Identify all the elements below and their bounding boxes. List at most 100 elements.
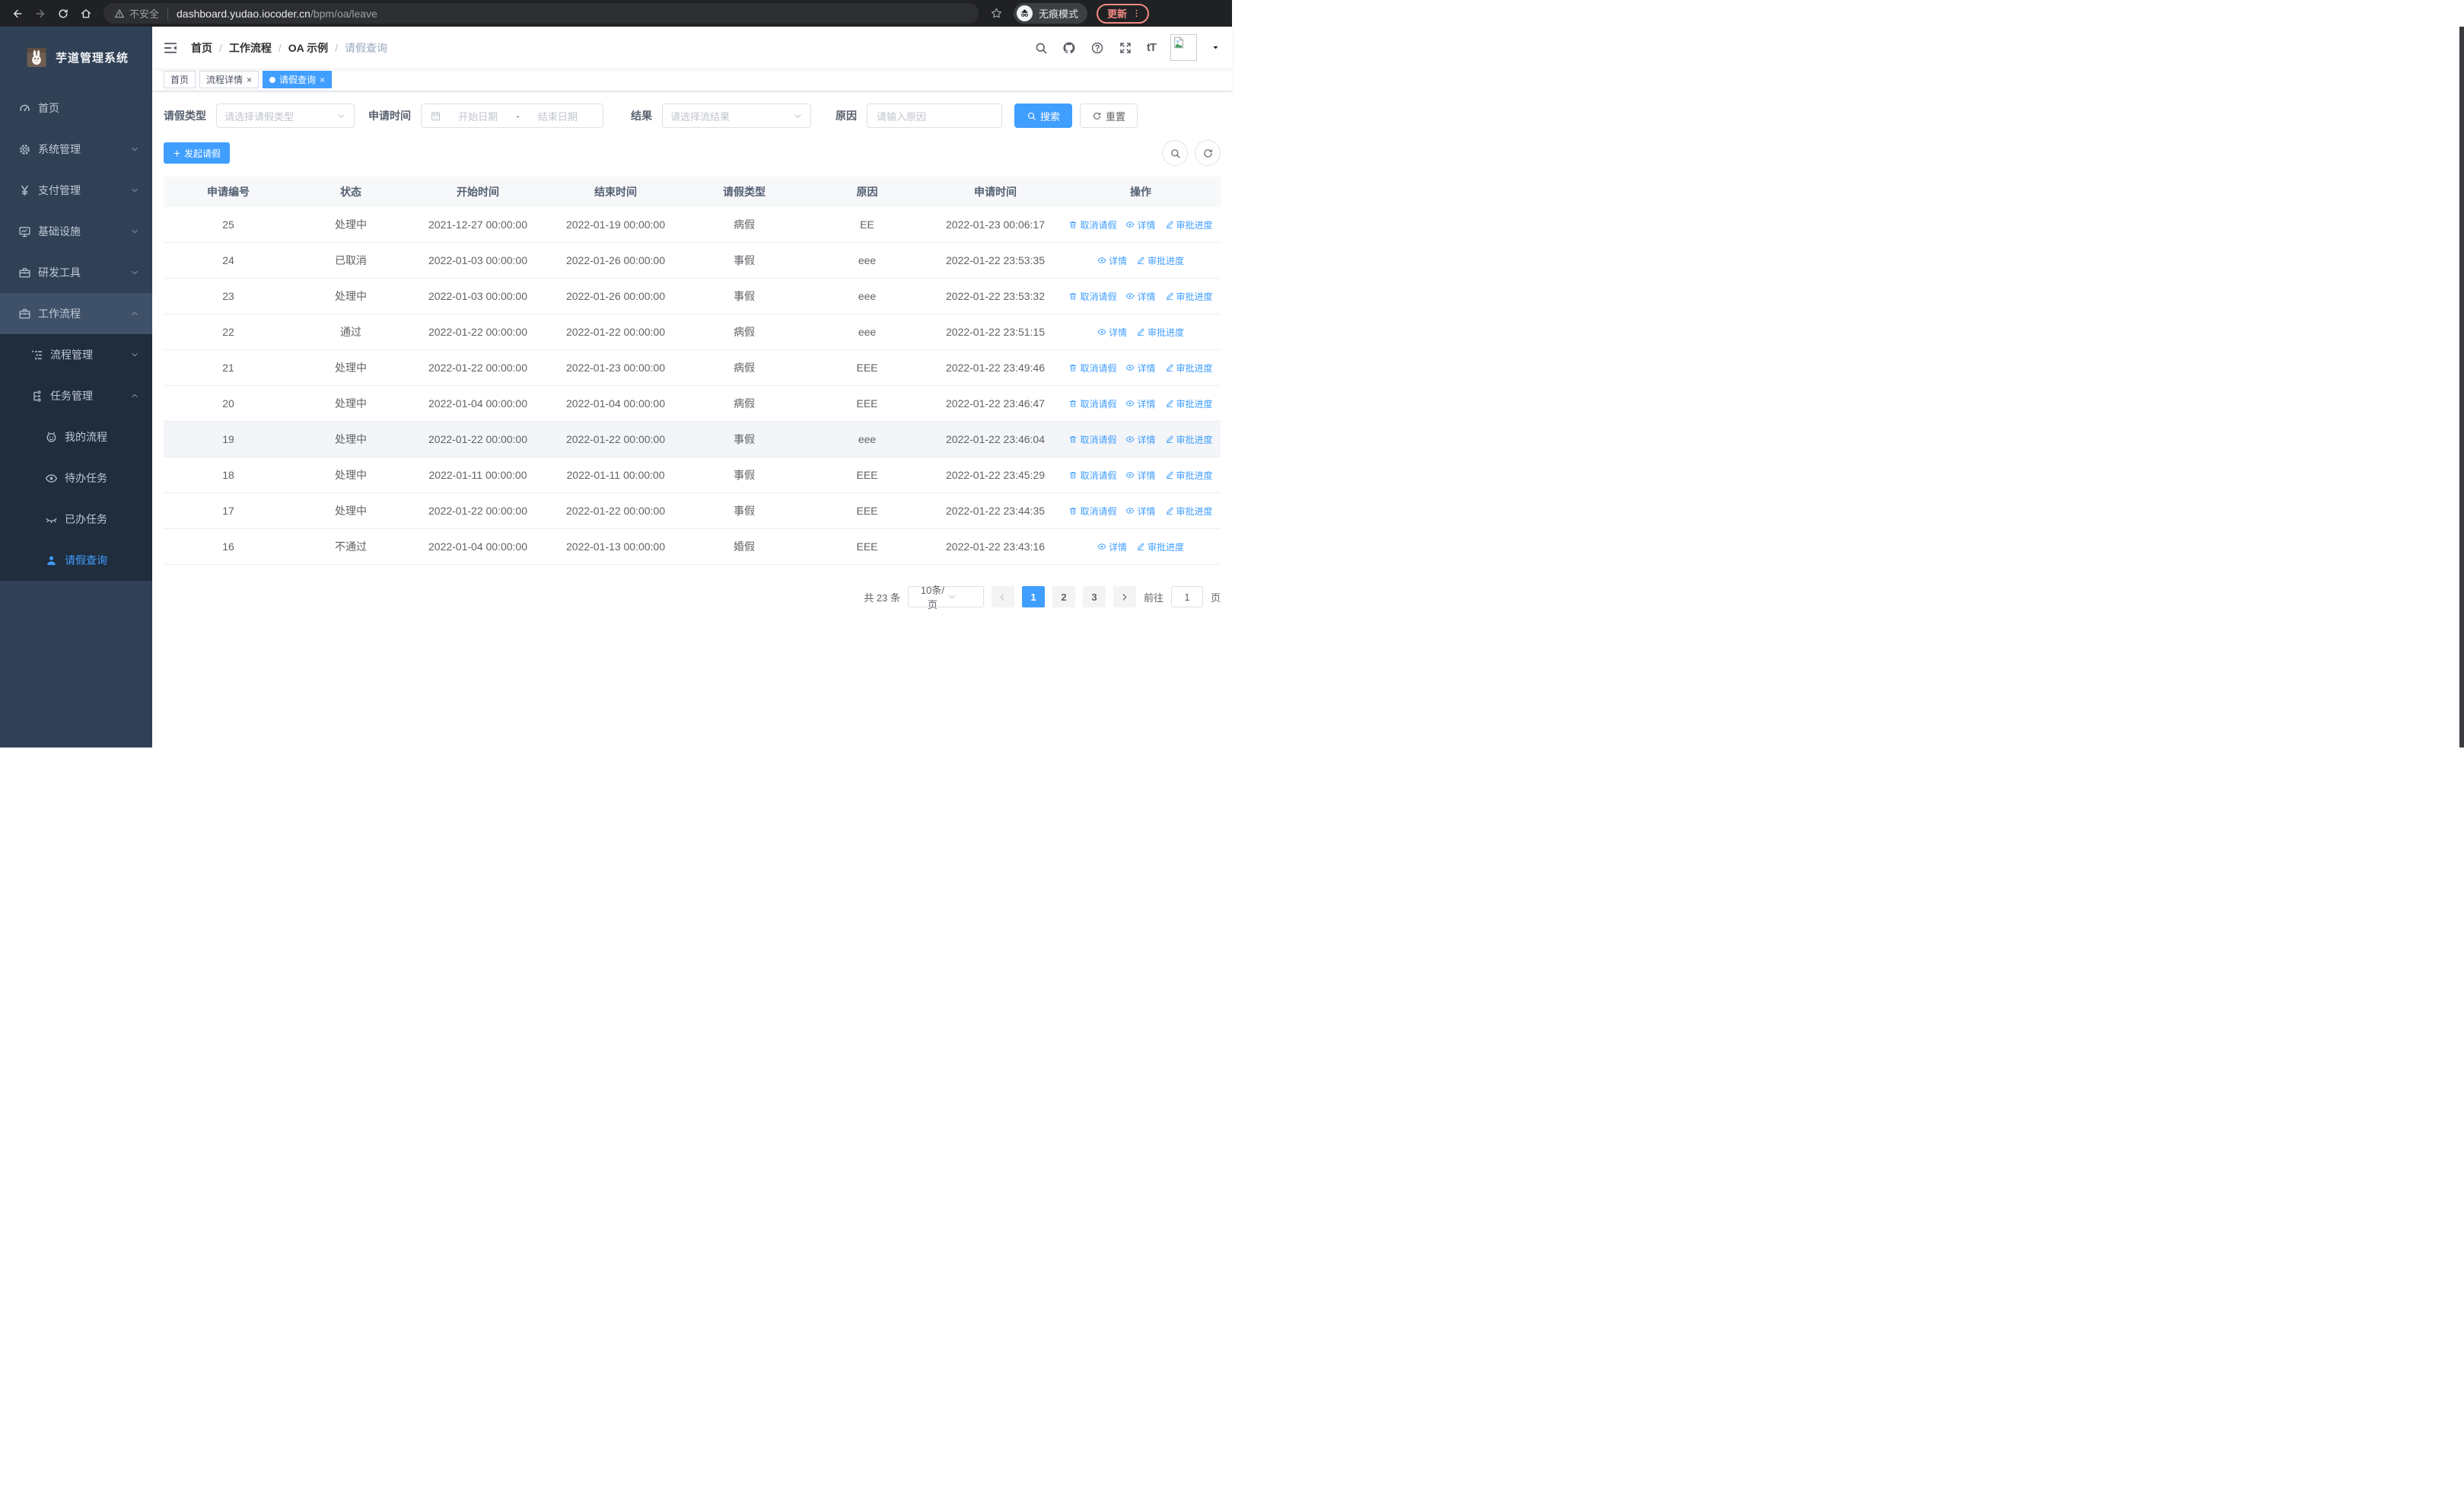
reset-button[interactable]: 重置 bbox=[1080, 104, 1138, 128]
sidebar-item-infrastructure[interactable]: 基础设施 bbox=[0, 211, 152, 252]
font-size-icon[interactable]: tT bbox=[1147, 41, 1157, 54]
menu-dots-icon[interactable] bbox=[1132, 8, 1141, 18]
cancel-leave-link[interactable]: 取消请假 bbox=[1068, 362, 1116, 375]
progress-link[interactable]: 审批进度 bbox=[1136, 326, 1184, 339]
tab-请假查询[interactable]: 请假查询 × bbox=[263, 71, 333, 88]
breadcrumb-item[interactable]: 工作流程 bbox=[229, 40, 272, 56]
page-button-3[interactable]: 3 bbox=[1082, 586, 1106, 607]
leave-type-select[interactable]: 请选择请假类型 bbox=[216, 104, 355, 128]
row-actions: 取消请假 详情 审批进度 bbox=[1061, 469, 1221, 482]
trash-icon bbox=[1068, 399, 1078, 408]
detail-link[interactable]: 详情 bbox=[1125, 397, 1156, 410]
sidebar-item-system-mgmt[interactable]: 系统管理 bbox=[0, 129, 152, 170]
row-actions: 取消请假 详情 审批进度 bbox=[1061, 362, 1221, 375]
detail-link[interactable]: 详情 bbox=[1097, 326, 1127, 339]
cancel-leave-link[interactable]: 取消请假 bbox=[1068, 505, 1116, 518]
sidebar-item-task-mgmt[interactable]: 任务管理 bbox=[0, 375, 152, 416]
apply-time-range-picker[interactable]: 开始日期 - 结束日期 bbox=[421, 104, 603, 128]
update-button[interactable]: 更新 bbox=[1097, 3, 1150, 24]
table-cell: 2022-01-11 00:00:00 bbox=[428, 469, 527, 481]
table-cell: 事假 bbox=[734, 254, 755, 266]
sidebar-item-home[interactable]: 首页 bbox=[0, 88, 152, 129]
bookmark-star-icon[interactable] bbox=[986, 7, 1006, 20]
page-size-select[interactable]: 10条/页 bbox=[907, 585, 984, 610]
detail-link[interactable]: 详情 bbox=[1125, 469, 1156, 482]
github-icon[interactable] bbox=[1062, 41, 1076, 55]
sidebar-item-done-tasks[interactable]: 已办任务 bbox=[0, 499, 152, 540]
detail-link[interactable]: 详情 bbox=[1125, 362, 1156, 375]
url-text: dashboard.yudao.iocoder.cn/bpm/oa/leave bbox=[177, 8, 377, 20]
back-button[interactable] bbox=[8, 4, 27, 24]
cancel-leave-link[interactable]: 取消请假 bbox=[1068, 290, 1116, 303]
yen-icon bbox=[18, 184, 31, 197]
sidebar-item-workflow[interactable]: 工作流程 bbox=[0, 293, 152, 334]
row-actions: 取消请假 详情 审批进度 bbox=[1061, 397, 1221, 410]
close-icon[interactable]: × bbox=[320, 75, 325, 84]
detail-link[interactable]: 详情 bbox=[1097, 540, 1127, 553]
page-button-2[interactable]: 2 bbox=[1052, 586, 1075, 607]
table-cell: 事假 bbox=[734, 505, 755, 517]
next-page-button[interactable] bbox=[1113, 586, 1136, 607]
sidebar-item-dev-tools[interactable]: 研发工具 bbox=[0, 252, 152, 293]
home-button[interactable] bbox=[76, 4, 96, 24]
table-cell: 2022-01-22 00:00:00 bbox=[428, 505, 527, 517]
sidebar-item-label: 研发工具 bbox=[38, 266, 81, 279]
tab-首页[interactable]: 首页 bbox=[164, 71, 196, 88]
table-cell: 2022-01-22 00:00:00 bbox=[566, 433, 665, 445]
progress-link[interactable]: 审批进度 bbox=[1165, 218, 1213, 231]
reload-button[interactable] bbox=[53, 4, 73, 24]
progress-link[interactable]: 审批进度 bbox=[1165, 397, 1213, 410]
row-actions: 取消请假 详情 审批进度 bbox=[1061, 505, 1221, 518]
progress-link[interactable]: 审批进度 bbox=[1165, 505, 1213, 518]
breadcrumb-item[interactable]: 首页 bbox=[191, 40, 212, 56]
eye-icon bbox=[1125, 399, 1135, 408]
detail-link[interactable]: 详情 bbox=[1125, 433, 1156, 446]
detail-link[interactable]: 详情 bbox=[1125, 290, 1156, 303]
detail-link[interactable]: 详情 bbox=[1125, 218, 1156, 231]
tab-流程详情[interactable]: 流程详情 × bbox=[199, 71, 259, 88]
progress-link[interactable]: 审批进度 bbox=[1165, 362, 1213, 375]
create-leave-button[interactable]: 发起请假 bbox=[164, 142, 231, 164]
progress-link[interactable]: 审批进度 bbox=[1136, 540, 1184, 553]
close-icon[interactable]: × bbox=[247, 75, 252, 84]
toggle-search-button[interactable] bbox=[1162, 140, 1188, 166]
sidebar-item-my-process[interactable]: 我的流程 bbox=[0, 416, 152, 457]
avatar[interactable] bbox=[1170, 34, 1197, 61]
progress-link[interactable]: 审批进度 bbox=[1136, 254, 1184, 267]
fullscreen-icon[interactable] bbox=[1119, 41, 1132, 55]
reason-input[interactable]: 请输入原因 bbox=[867, 104, 1002, 128]
result-select[interactable]: 请选择流结果 bbox=[662, 104, 811, 128]
eye-icon bbox=[1125, 506, 1135, 515]
sidebar-collapse-icon[interactable] bbox=[163, 40, 178, 56]
cancel-leave-link[interactable]: 取消请假 bbox=[1068, 433, 1116, 446]
search-button[interactable]: 搜索 bbox=[1014, 104, 1073, 128]
table-cell: 25 bbox=[222, 218, 234, 231]
forward-button[interactable] bbox=[30, 4, 50, 24]
refresh-table-button[interactable] bbox=[1195, 140, 1221, 166]
progress-link[interactable]: 审批进度 bbox=[1165, 469, 1213, 482]
app-logo[interactable]: 芋道管理系统 bbox=[0, 27, 152, 88]
cancel-leave-link[interactable]: 取消请假 bbox=[1068, 469, 1116, 482]
sidebar-item-process-mgmt[interactable]: 流程管理 bbox=[0, 334, 152, 375]
cancel-leave-link[interactable]: 取消请假 bbox=[1068, 218, 1116, 231]
table-cell: EEE bbox=[856, 397, 878, 410]
table-cell: 2022-01-22 23:51:15 bbox=[946, 326, 1045, 338]
breadcrumb-item[interactable]: OA 示例 bbox=[288, 40, 328, 56]
sidebar-item-payment-mgmt[interactable]: 支付管理 bbox=[0, 170, 152, 211]
cancel-leave-link[interactable]: 取消请假 bbox=[1068, 397, 1116, 410]
search-icon[interactable] bbox=[1034, 41, 1048, 55]
detail-link[interactable]: 详情 bbox=[1097, 254, 1127, 267]
help-icon[interactable] bbox=[1090, 41, 1104, 55]
goto-page-input[interactable]: 1 bbox=[1170, 586, 1203, 607]
table-cell: 21 bbox=[222, 362, 234, 374]
user-menu-caret-icon[interactable] bbox=[1211, 43, 1220, 52]
progress-link[interactable]: 审批进度 bbox=[1165, 433, 1213, 446]
prev-page-button[interactable] bbox=[991, 586, 1014, 607]
security-chip[interactable]: 不安全 bbox=[114, 6, 159, 21]
detail-link[interactable]: 详情 bbox=[1125, 505, 1156, 518]
page-button-1[interactable]: 1 bbox=[1021, 586, 1045, 607]
sidebar-item-todo-tasks[interactable]: 待办任务 bbox=[0, 457, 152, 499]
sidebar-item-leave-query[interactable]: 请假查询 bbox=[0, 540, 152, 581]
address-bar[interactable]: 不安全 dashboard.yudao.iocoder.cn/bpm/oa/le… bbox=[103, 3, 979, 24]
progress-link[interactable]: 审批进度 bbox=[1165, 290, 1213, 303]
